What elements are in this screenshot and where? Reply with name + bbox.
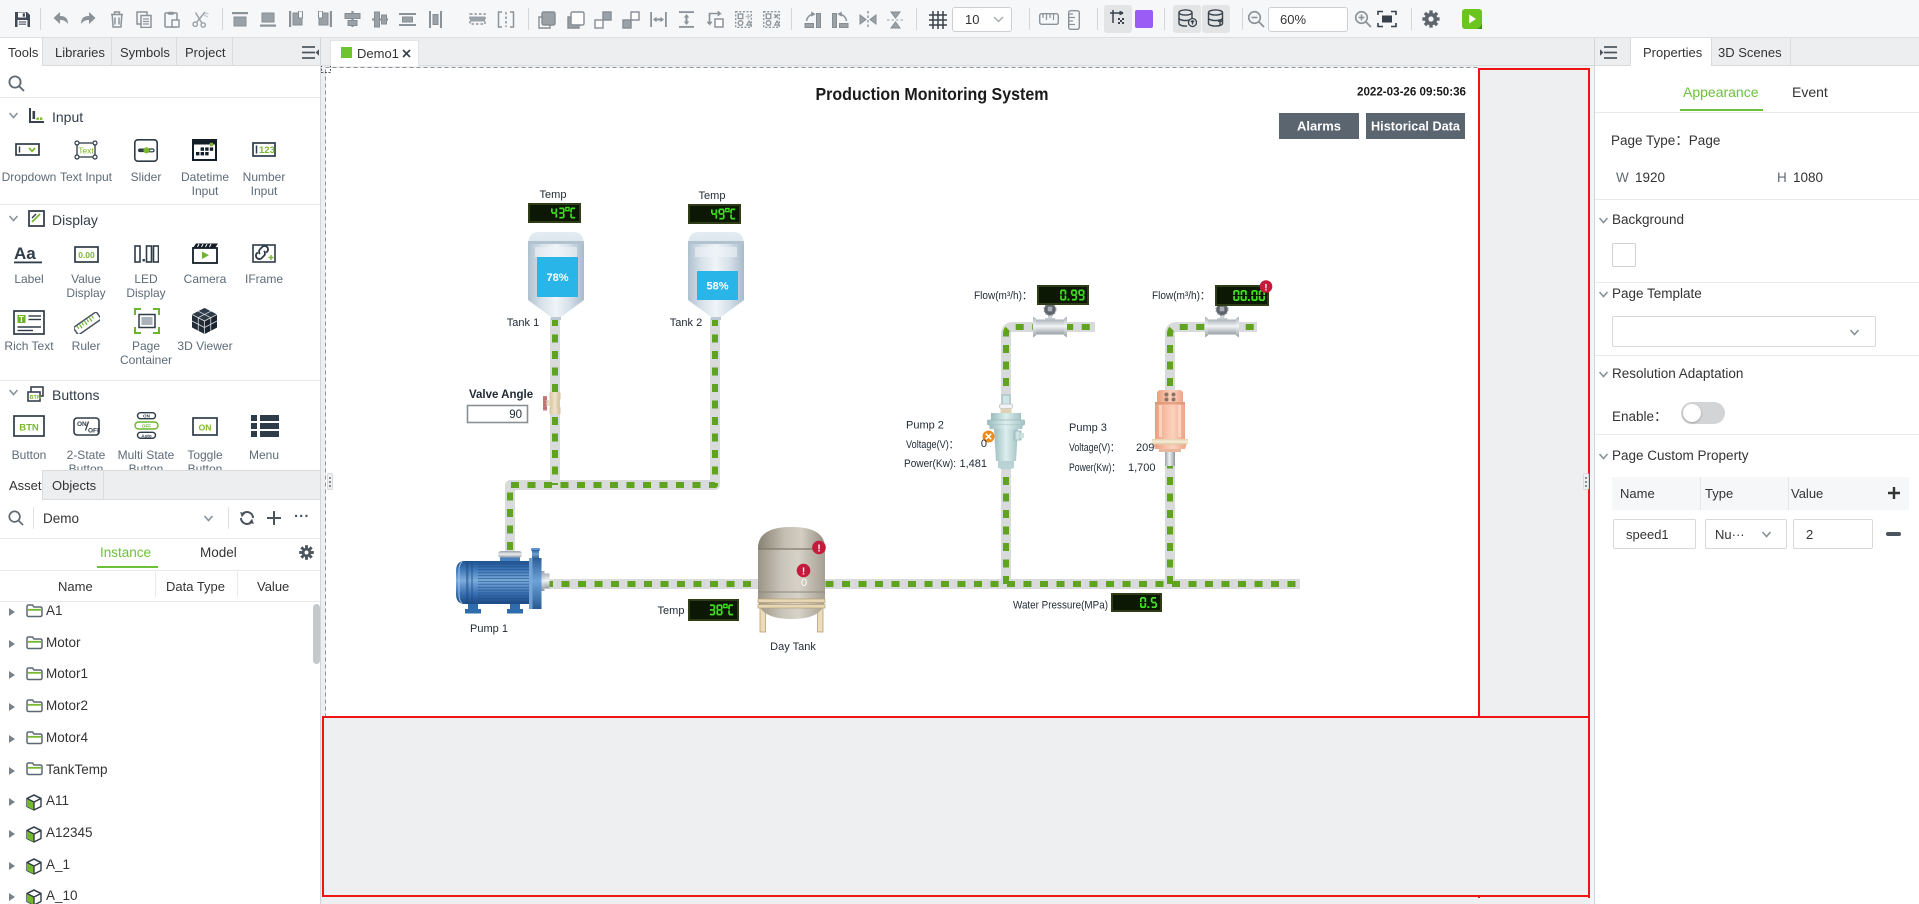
svg-text:123: 123 — [259, 145, 275, 156]
svg-text:BTN: BTN — [19, 423, 39, 434]
svg-text:0.00: 0.00 — [78, 250, 95, 260]
svg-text:Aa: Aa — [14, 244, 36, 263]
svg-text:Auto: Auto — [141, 433, 152, 438]
svg-text:BTN: BTN — [30, 395, 41, 401]
svg-text:OFF: OFF — [142, 424, 151, 429]
svg-text:OFF: OFF — [88, 428, 100, 435]
svg-text:ON: ON — [77, 421, 87, 428]
svg-text:ON: ON — [199, 423, 212, 433]
svg-text:ON: ON — [143, 414, 151, 419]
svg-text:Text: Text — [78, 146, 94, 156]
svg-text:T: T — [19, 315, 24, 324]
